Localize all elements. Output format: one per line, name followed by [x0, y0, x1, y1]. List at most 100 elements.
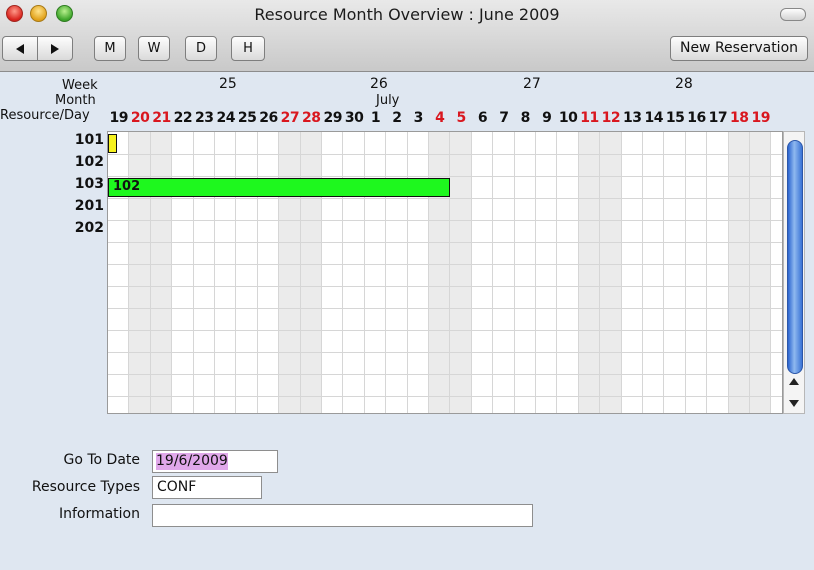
previous-period-button[interactable] [2, 36, 38, 61]
grid-row-line [108, 396, 782, 397]
grid-row-line [108, 330, 782, 331]
day-label: 23 [195, 110, 214, 126]
day-label: 28 [302, 110, 321, 126]
day-label: 20 [130, 110, 150, 126]
day-column[interactable] [643, 132, 665, 413]
week-row-label: Week [62, 78, 98, 93]
reservation-bar[interactable]: 102 [108, 178, 451, 197]
day-column[interactable] [622, 132, 643, 413]
day-column[interactable] [343, 132, 365, 413]
day-label: 29 [323, 110, 342, 126]
day-column[interactable] [258, 132, 280, 413]
grid-row-line [108, 286, 782, 287]
goto-date-field[interactable]: 19/6/2009 [152, 450, 278, 473]
day-label: 17 [708, 110, 728, 126]
grid-row-line [108, 308, 782, 309]
resource-label[interactable]: 102 [75, 154, 104, 170]
day-column[interactable] [557, 132, 579, 413]
day-column[interactable] [408, 132, 429, 413]
resource-day-label: Resource/Day [0, 108, 90, 123]
grid-row-line [108, 154, 782, 155]
grid-row-line [108, 176, 782, 177]
day-column[interactable] [300, 132, 322, 413]
day-column[interactable] [365, 132, 387, 413]
day-column[interactable] [493, 132, 515, 413]
day-column[interactable] [578, 132, 601, 413]
resource-label[interactable]: 201 [75, 198, 104, 214]
resource-label[interactable]: 101 [75, 132, 104, 148]
day-column[interactable] [429, 132, 451, 413]
day-label: 12 [601, 110, 621, 126]
day-column[interactable] [750, 132, 772, 413]
day-column[interactable] [172, 132, 194, 413]
scroll-up-icon[interactable] [789, 378, 799, 385]
day-column[interactable] [194, 132, 215, 413]
day-label: 7 [499, 110, 509, 126]
day-column[interactable] [472, 132, 494, 413]
day-column[interactable] [215, 132, 237, 413]
day-column[interactable] [728, 132, 750, 413]
information-label: Information [58, 506, 140, 522]
hour-view-button[interactable]: H [231, 36, 265, 61]
day-label: 8 [520, 110, 531, 126]
day-label: 19 [109, 110, 128, 126]
reservation-bar[interactable] [108, 134, 117, 153]
day-label: 25 [237, 110, 257, 126]
day-label: 1 [370, 110, 381, 126]
day-column[interactable] [707, 132, 729, 413]
scroll-down-icon[interactable] [789, 400, 799, 407]
day-view-button[interactable]: D [185, 36, 217, 61]
resource-label[interactable]: 202 [75, 220, 104, 236]
week-number: 28 [675, 76, 693, 92]
arrow-left-icon [16, 43, 24, 54]
day-label: 30 [344, 110, 364, 126]
information-field[interactable] [152, 504, 533, 527]
day-label: 14 [644, 110, 663, 126]
month-view-button[interactable]: M [94, 36, 126, 61]
day-label: 5 [456, 110, 466, 126]
schedule-grid[interactable]: 102 [107, 131, 783, 414]
day-label: 18 [730, 110, 749, 126]
month-name: July [376, 93, 400, 108]
day-label: 2 [392, 110, 402, 126]
week-number: 26 [370, 76, 388, 92]
day-column[interactable] [129, 132, 151, 413]
day-column[interactable] [386, 132, 408, 413]
resource-types-label: Resource Types [31, 479, 140, 495]
vertical-scrollbar[interactable] [783, 131, 805, 414]
day-label: 16 [687, 110, 706, 126]
day-label: 27 [280, 110, 300, 126]
day-column[interactable] [450, 132, 472, 413]
arrow-right-icon [51, 43, 59, 54]
day-column[interactable] [236, 132, 258, 413]
grid-row-line [108, 220, 782, 221]
title-bar: Resource Month Overview : June 2009 M W … [0, 0, 814, 72]
day-column[interactable] [664, 132, 686, 413]
scroll-thumb[interactable] [787, 140, 803, 374]
day-column[interactable] [150, 132, 173, 413]
resource-types-field[interactable]: CONF [152, 476, 262, 499]
new-reservation-button[interactable]: New Reservation [670, 36, 808, 61]
week-number: 27 [523, 76, 541, 92]
resource-label[interactable]: 103 [75, 176, 104, 192]
goto-date-label: Go To Date [63, 452, 140, 468]
day-column[interactable] [686, 132, 708, 413]
next-period-button[interactable] [37, 36, 73, 61]
day-label: 22 [173, 110, 193, 126]
day-label: 11 [580, 110, 599, 126]
day-label: 10 [558, 110, 578, 126]
day-label: 4 [435, 110, 445, 126]
day-column[interactable] [108, 132, 130, 413]
grid-row-line [108, 352, 782, 353]
day-label: 26 [259, 110, 278, 126]
week-view-button[interactable]: W [138, 36, 170, 61]
toolbar-toggle-button[interactable] [780, 8, 806, 21]
day-column[interactable] [536, 132, 558, 413]
grid-row-line [108, 264, 782, 265]
day-column[interactable] [279, 132, 301, 413]
day-column[interactable] [515, 132, 536, 413]
window-title: Resource Month Overview : June 2009 [254, 5, 560, 24]
day-label: 21 [152, 110, 171, 126]
day-column[interactable] [600, 132, 622, 413]
day-column[interactable] [322, 132, 344, 413]
